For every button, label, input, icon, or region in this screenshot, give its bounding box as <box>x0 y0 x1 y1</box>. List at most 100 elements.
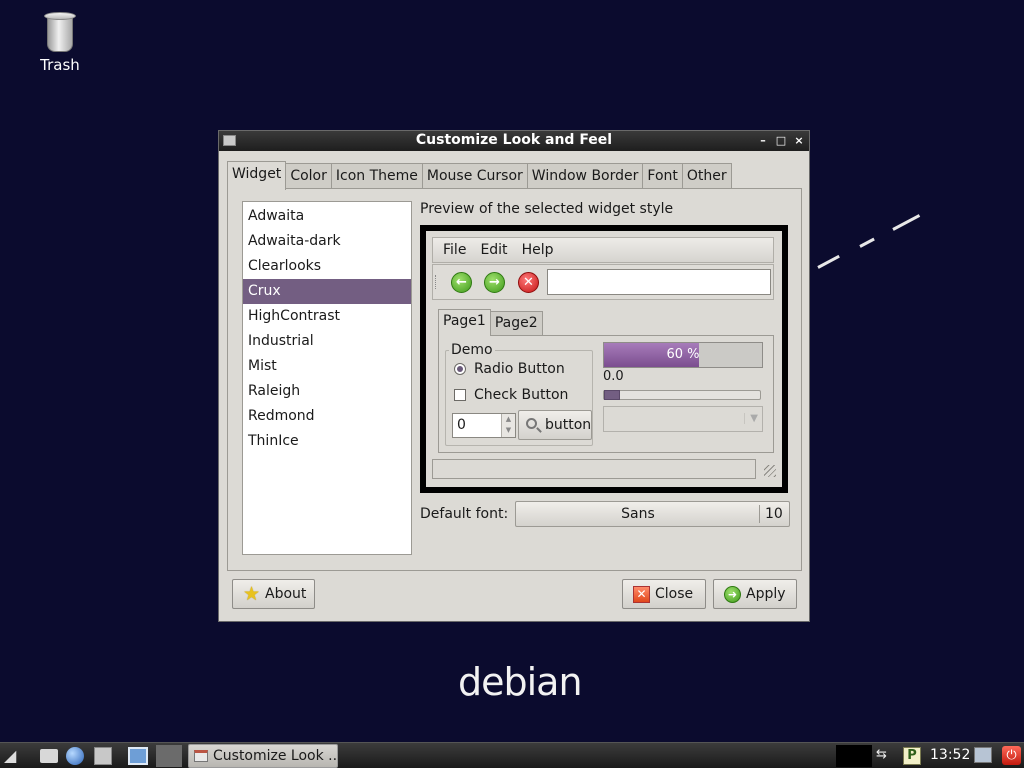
demo-frame-title: Demo <box>449 342 495 358</box>
menu-file[interactable]: File <box>437 238 472 262</box>
close-button[interactable]: ✕ Close <box>622 579 706 609</box>
window-menu-icon[interactable] <box>223 135 236 146</box>
default-font-button[interactable]: Sans 10 <box>515 501 790 527</box>
close-window-button[interactable]: × <box>793 131 805 150</box>
settings-tabs: Widget Color Icon Theme Mouse Cursor Win… <box>227 161 732 190</box>
dropdown-arrow-icon: ▼ <box>744 413 758 424</box>
close-icon: ✕ <box>633 586 650 603</box>
tab-widget[interactable]: Widget <box>227 161 287 190</box>
web-browser-icon[interactable] <box>66 747 84 765</box>
tab-other[interactable]: Other <box>681 163 732 189</box>
maximize-button[interactable]: □ <box>775 131 787 150</box>
cpu-monitor-graph[interactable] <box>836 745 872 767</box>
tab-mouse-cursor[interactable]: Mouse Cursor <box>421 163 528 189</box>
tab-window-border[interactable]: Window Border <box>526 163 644 189</box>
decorative-swoosh <box>859 237 875 248</box>
app-window-icon <box>194 750 208 762</box>
decorative-swoosh <box>817 254 840 269</box>
list-item[interactable]: Adwaita <box>243 204 411 229</box>
check-button[interactable]: Check Button <box>454 387 568 403</box>
about-button[interactable]: ★ About <box>232 579 315 609</box>
tab-page2[interactable]: Page2 <box>489 311 543 335</box>
trash-desktop-icon[interactable]: Trash <box>30 12 90 74</box>
list-item[interactable]: ThinIce <box>243 429 411 454</box>
menu-edit[interactable]: Edit <box>474 238 513 262</box>
preview-statusbar <box>432 459 756 479</box>
taskbar-task-customize-look[interactable]: Customize Look ... <box>188 744 338 768</box>
spin-button[interactable]: 0 ▲ ▼ <box>452 413 516 438</box>
preview-tabs: Page1 Page2 <box>438 309 543 336</box>
display-icon[interactable] <box>974 747 992 763</box>
window-title: Customize Look and Feel <box>415 132 613 148</box>
list-item[interactable]: HighContrast <box>243 304 411 329</box>
radio-indicator[interactable] <box>454 363 466 375</box>
preview-combo-box[interactable]: ▼ <box>603 406 763 432</box>
apply-arrow-icon: ➜ <box>724 586 741 603</box>
resize-grip-icon[interactable] <box>764 465 776 477</box>
back-arrow-icon[interactable]: ← <box>451 272 472 293</box>
default-font-label: Default font: <box>420 506 509 522</box>
list-item[interactable]: Raleigh <box>243 379 411 404</box>
font-separator <box>759 505 760 523</box>
menu-help[interactable]: Help <box>516 238 560 262</box>
slider-knob[interactable] <box>604 390 620 400</box>
preview-label: Preview of the selected widget style <box>420 201 674 217</box>
magnifier-icon <box>526 418 537 429</box>
font-size: 10 <box>765 506 783 522</box>
network-icon[interactable]: ⇆ <box>876 747 887 762</box>
clock[interactable]: 13:52 <box>930 743 970 768</box>
decorative-swoosh <box>892 214 921 231</box>
preview-tab-panel: Demo Radio Button Check Button 0 ▲ ▼ but… <box>438 335 774 453</box>
radio-label: Radio Button <box>474 361 565 377</box>
forward-arrow-icon[interactable]: → <box>484 272 505 293</box>
list-item[interactable]: Industrial <box>243 329 411 354</box>
close-button-label: Close <box>655 586 694 602</box>
tab-font[interactable]: Font <box>642 163 683 189</box>
toolbar-grip[interactable] <box>435 275 439 289</box>
tab-page1[interactable]: Page1 <box>438 309 491 336</box>
apply-button[interactable]: ➜ Apply <box>713 579 797 609</box>
widget-tab-panel: Adwaita Adwaita-dark Clearlooks Crux Hig… <box>227 188 802 571</box>
stop-icon[interactable]: ✕ <box>518 272 539 293</box>
spin-value: 0 <box>457 417 466 433</box>
trash-label: Trash <box>40 56 80 74</box>
window-switcher-icon[interactable] <box>94 747 112 765</box>
preview-menubar: File Edit Help <box>432 237 774 263</box>
preview-text-entry[interactable] <box>547 269 771 295</box>
list-item[interactable]: Clearlooks <box>243 254 411 279</box>
power-icon[interactable]: ⏻ <box>1002 746 1021 765</box>
font-name: Sans <box>621 506 655 522</box>
list-item[interactable]: Adwaita-dark <box>243 229 411 254</box>
star-icon: ★ <box>243 583 261 605</box>
about-button-label: About <box>265 586 307 602</box>
scale-slider[interactable] <box>603 390 761 400</box>
widget-preview: File Edit Help ← → ✕ Page1 Page2 Demo Ra… <box>420 225 788 493</box>
list-item[interactable]: Redmond <box>243 404 411 429</box>
spin-arrows-icon[interactable]: ▲ ▼ <box>501 414 515 437</box>
trash-icon <box>44 12 76 52</box>
tab-icon-theme[interactable]: Icon Theme <box>330 163 423 189</box>
window-titlebar[interactable]: Customize Look and Feel – □ × <box>219 131 809 151</box>
minimize-button[interactable]: – <box>757 131 769 150</box>
checkbox-indicator[interactable] <box>454 389 466 401</box>
start-menu-icon[interactable]: ◢ <box>4 747 22 765</box>
progress-text: 60 % <box>666 347 700 362</box>
tab-color[interactable]: Color <box>285 163 332 189</box>
demo-frame: Demo Radio Button Check Button 0 ▲ ▼ but… <box>445 342 593 446</box>
apply-button-label: Apply <box>746 586 786 602</box>
radio-button[interactable]: Radio Button <box>454 361 565 377</box>
clipboard-manager-icon[interactable]: P <box>903 747 921 765</box>
task-label: Customize Look ... <box>213 748 338 764</box>
taskbar: ◢ Customize Look ... ⇆ P 13:52 ⏻ <box>0 742 1024 768</box>
workspace-pager[interactable] <box>156 745 182 767</box>
file-manager-icon[interactable] <box>40 749 58 763</box>
theme-list[interactable]: Adwaita Adwaita-dark Clearlooks Crux Hig… <box>242 201 412 555</box>
preview-button[interactable]: button <box>518 410 592 440</box>
preview-toolbar: ← → ✕ <box>432 264 774 300</box>
progress-bar: 60 % <box>603 342 763 368</box>
list-item[interactable]: Mist <box>243 354 411 379</box>
list-item-selected[interactable]: Crux <box>243 279 411 304</box>
scale-value: 0.0 <box>603 369 624 384</box>
preview-button-label: button <box>545 417 592 433</box>
show-desktop-icon[interactable] <box>128 747 148 765</box>
